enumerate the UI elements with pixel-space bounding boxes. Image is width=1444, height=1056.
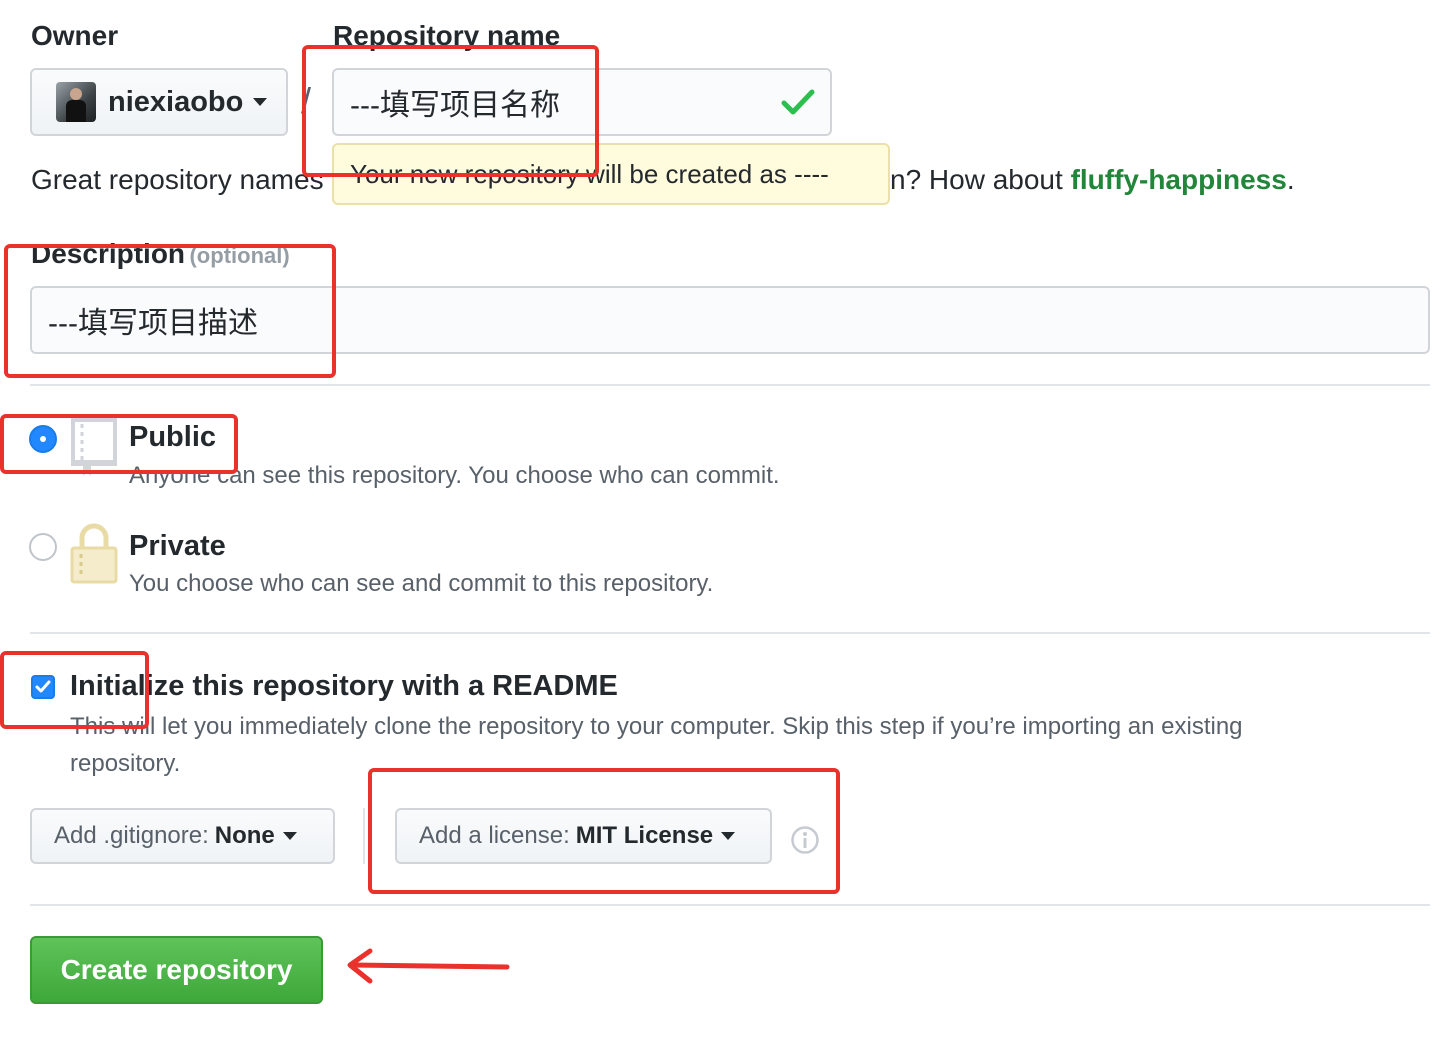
suggestion-tail: n? How about fluffy-happiness. [890,164,1295,196]
annotation-box-readme [0,651,149,729]
annotation-box-repo-name [302,45,599,177]
suggestion-middle: n? How about [890,164,1071,195]
readme-title[interactable]: Initialize this repository with a README [70,670,618,703]
private-description: You choose who can see and commit to thi… [129,570,714,597]
check-icon [781,89,815,115]
suggestion-suffix: . [1286,164,1295,195]
chevron-down-icon [282,832,297,840]
owner-username: niexiaobo [108,85,244,118]
private-radio[interactable] [29,533,57,561]
suggestion-prefix: Great repository names [31,164,324,195]
annotation-box-description [4,244,336,378]
gitignore-value: None [214,822,275,849]
readme-text-line1: This will let you immediately clone the … [70,713,1243,740]
owner-label: Owner [31,20,119,51]
annotation-arrow-icon [347,948,510,984]
create-repository-label: Create repository [60,954,293,985]
annotation-box-public [0,414,238,474]
suggestion-text: Great repository names [31,164,324,196]
suggested-name-link[interactable]: fluffy-happiness [1071,164,1287,195]
owner-dropdown[interactable]: niexiaobo [30,68,288,136]
divider [30,384,1430,386]
annotation-box-license [368,768,840,894]
avatar [56,82,96,122]
gitignore-prefix: Add .gitignore: [54,822,209,849]
divider [30,904,1430,906]
divider [30,632,1430,634]
private-title[interactable]: Private [129,530,226,563]
lock-icon [70,523,118,584]
chevron-down-icon [253,98,268,106]
vertical-divider [363,808,365,864]
gitignore-dropdown[interactable]: Add .gitignore: None [30,808,335,864]
create-repository-button[interactable]: Create repository [30,936,323,1004]
